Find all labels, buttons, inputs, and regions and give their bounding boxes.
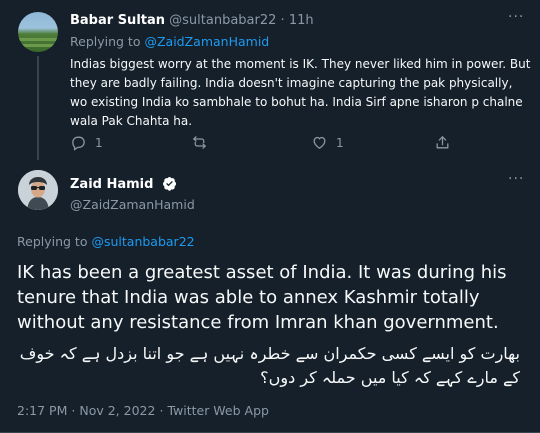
reply-replying-to: Replying to @ZaidZamanHamid xyxy=(70,34,269,49)
meta-separator-2: · xyxy=(159,403,164,418)
reply-tweet[interactable]: Babar Sultan @sultanbabar22 · 11h ··· Re… xyxy=(0,0,540,160)
reply-action-bar: 1 1 xyxy=(70,134,510,154)
main-replying-to-label: Replying to xyxy=(17,234,88,249)
reply-tweet-header: Babar Sultan @sultanbabar22 · 11h xyxy=(70,13,314,28)
replying-to-label: Replying to xyxy=(70,34,141,49)
main-author-row: Zaid Hamid xyxy=(70,176,177,192)
main-more-icon[interactable]: ··· xyxy=(508,171,524,187)
reply-time-ago[interactable]: 11h xyxy=(289,13,314,28)
like-button[interactable]: 1 xyxy=(311,134,344,151)
tweet-source[interactable]: Twitter Web App xyxy=(167,403,269,418)
reply-icon xyxy=(72,136,85,151)
main-replying-to: Replying to @sultanbabar22 xyxy=(17,234,195,249)
main-tweet-text: IK has been a greatest asset of India. I… xyxy=(17,262,507,333)
reply-count: 1 xyxy=(95,135,103,150)
replying-to-handle-link[interactable]: @ZaidZamanHamid xyxy=(144,34,269,49)
thread-line xyxy=(37,56,39,160)
verified-badge-icon[interactable] xyxy=(162,176,177,191)
main-author-handle[interactable]: @ZaidZamanHamid xyxy=(70,197,195,212)
main-author-name[interactable]: Zaid Hamid xyxy=(70,177,153,192)
share-icon xyxy=(436,136,449,149)
reply-tweet-text: Indias biggest worry at the moment is IK… xyxy=(70,57,531,128)
tweet-date[interactable]: Nov 2, 2022 xyxy=(79,403,155,418)
main-tweet-urdu-text: بھارت کو ایسے کسی حکمران سے خطرہ نہیں ہے… xyxy=(19,344,520,387)
like-icon xyxy=(313,136,326,149)
reply-header-separator: · xyxy=(280,13,285,28)
reply-button[interactable]: 1 xyxy=(70,134,103,151)
retweet-icon xyxy=(193,136,206,149)
reply-author-name[interactable]: Babar Sultan xyxy=(70,13,165,28)
retweet-button[interactable] xyxy=(191,134,208,151)
babar-sultan-avatar[interactable] xyxy=(18,12,58,52)
share-button[interactable] xyxy=(434,134,451,151)
main-replying-to-handle-link[interactable]: @sultanbabar22 xyxy=(91,234,194,249)
reply-author-handle[interactable]: @sultanbabar22 xyxy=(169,13,276,28)
tweet-metadata: 2:17 PM · Nov 2, 2022 · Twitter Web App xyxy=(17,403,269,418)
tweet-time[interactable]: 2:17 PM xyxy=(17,403,67,418)
like-count: 1 xyxy=(336,135,344,150)
profile-photo xyxy=(18,170,58,210)
reply-more-icon[interactable]: ··· xyxy=(508,9,524,25)
zaid-hamid-avatar[interactable] xyxy=(18,170,58,210)
meta-separator-1: · xyxy=(71,403,76,418)
